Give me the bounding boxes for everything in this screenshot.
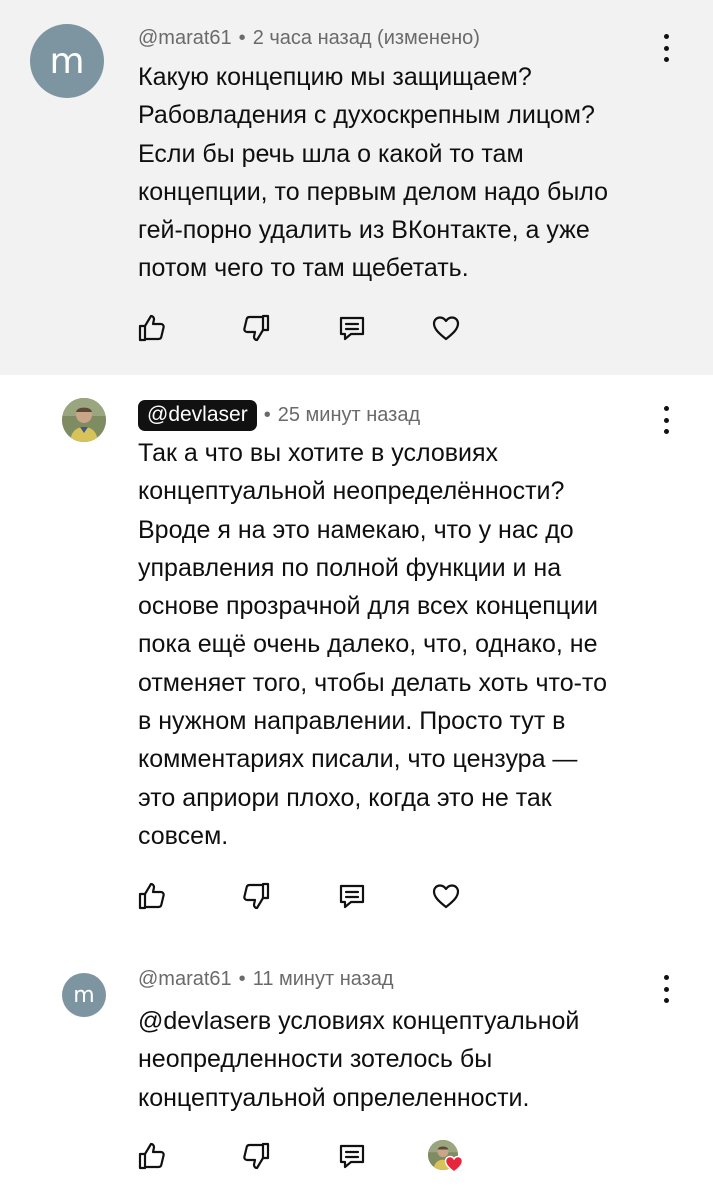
reply-button[interactable] bbox=[336, 1140, 368, 1172]
heart-outline-icon bbox=[432, 884, 460, 909]
like-button[interactable] bbox=[136, 1140, 168, 1172]
reply-button[interactable] bbox=[336, 312, 368, 344]
more-options-icon[interactable] bbox=[656, 406, 676, 434]
heart-outline-icon bbox=[432, 316, 460, 341]
comment-time[interactable]: 25 минут назад bbox=[278, 404, 420, 426]
thumb-down-icon bbox=[243, 882, 270, 910]
comment-text: @devlaserв условиях концептуальной неопр… bbox=[138, 1007, 580, 1112]
reply-comment-icon bbox=[339, 884, 365, 909]
author-avatar[interactable] bbox=[62, 398, 106, 442]
comment-time[interactable]: 11 минут назад bbox=[253, 968, 394, 990]
comment-meta: @marat61 • 11 минут назад bbox=[138, 968, 394, 991]
avatar-letter: m bbox=[49, 40, 85, 82]
creator-heart-badge[interactable] bbox=[428, 1140, 468, 1174]
comment-text: Какую концепцию мы защищаем? Рабовладени… bbox=[138, 63, 609, 283]
heart-button[interactable] bbox=[430, 880, 462, 912]
dislike-button[interactable] bbox=[240, 312, 272, 344]
thumb-down-icon bbox=[243, 314, 270, 342]
author-name-badge[interactable]: @devlaser bbox=[138, 400, 257, 431]
author-name[interactable]: @marat61 bbox=[138, 27, 232, 49]
separator-dot: • bbox=[238, 27, 246, 49]
reply-comment-icon bbox=[339, 316, 365, 341]
author-avatar[interactable]: m bbox=[30, 24, 104, 98]
comment-text: Так а что вы хотите в условиях концептуа… bbox=[138, 439, 607, 850]
comment-1: m @marat61 • 2 часа назад (изменено) Какую… bbox=[0, 0, 713, 375]
reply-button[interactable] bbox=[336, 880, 368, 912]
avatar-photo-icon bbox=[62, 398, 106, 442]
thumb-up-icon bbox=[138, 1142, 165, 1170]
dislike-button[interactable] bbox=[240, 1140, 272, 1172]
reply-comment-icon bbox=[339, 1144, 365, 1169]
comment-time[interactable]: 2 часа назад (изменено) bbox=[253, 27, 480, 49]
like-button[interactable] bbox=[136, 312, 168, 344]
thumb-down-icon bbox=[243, 1142, 270, 1170]
author-name[interactable]: @marat61 bbox=[138, 968, 232, 990]
author-avatar[interactable]: m bbox=[62, 973, 106, 1017]
more-options-icon[interactable] bbox=[656, 975, 676, 1003]
like-button[interactable] bbox=[136, 880, 168, 912]
thumb-up-icon bbox=[138, 314, 165, 342]
comment-3: m @marat61 • 11 минут назад @devlaserв усл… bbox=[0, 950, 713, 1200]
dislike-button[interactable] bbox=[240, 880, 272, 912]
avatar-letter: m bbox=[73, 982, 95, 1008]
heart-filled-icon bbox=[444, 1155, 464, 1173]
thumb-up-icon bbox=[138, 882, 165, 910]
comment-2: @devlaser • 25 минут назад Так а что вы хо… bbox=[0, 375, 713, 950]
comment-meta: @marat61 • 2 часа назад (изменено) bbox=[138, 27, 480, 50]
comment-meta: @devlaser • 25 минут назад bbox=[138, 400, 420, 431]
heart-button[interactable] bbox=[430, 312, 462, 344]
separator-dot: • bbox=[263, 404, 271, 426]
separator-dot: • bbox=[238, 968, 246, 990]
